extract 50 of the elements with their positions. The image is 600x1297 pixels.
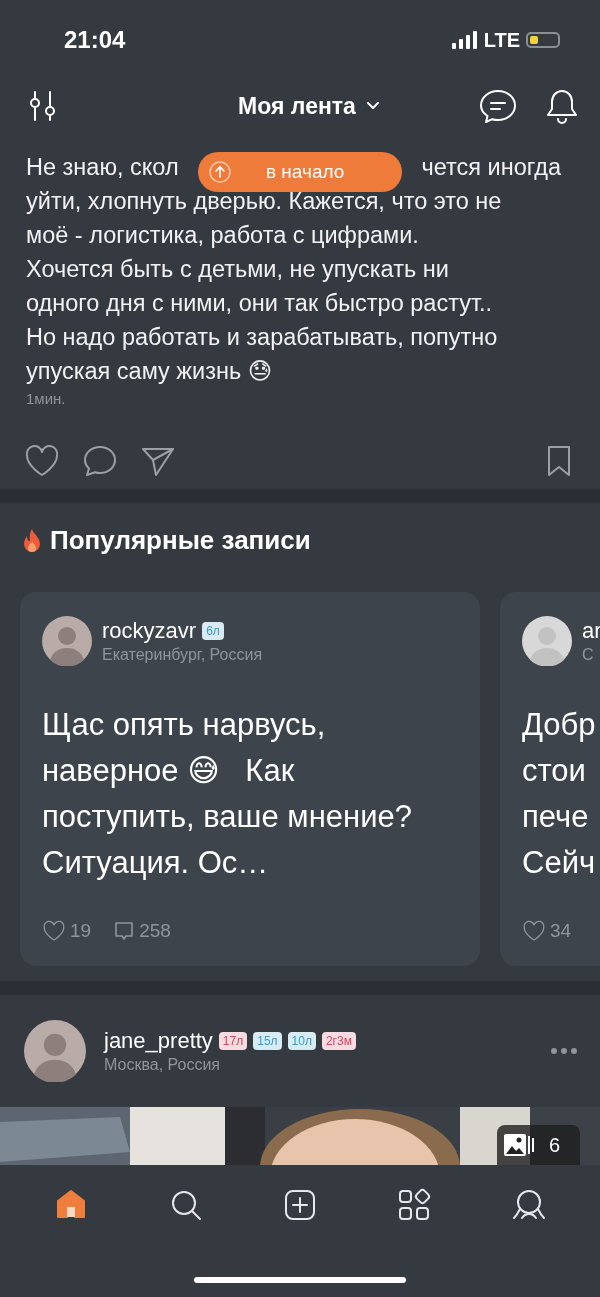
post-preview: стои [522, 752, 587, 790]
gallery-icon [502, 1132, 535, 1158]
post-text: Не знаю, скол [26, 153, 179, 182]
heart-icon[interactable] [24, 444, 60, 478]
age-tag: 10л [287, 1032, 316, 1050]
comment-icon [113, 920, 136, 942]
user-location: С [582, 646, 595, 664]
user-location: Москва, Россия [104, 1056, 221, 1074]
more-icon[interactable] [550, 1047, 578, 1055]
post-text: моё - логистика, работа с цифрами. [26, 221, 419, 250]
age-tag: 6л [202, 622, 224, 640]
heart-icon [42, 920, 66, 942]
post-text: одного дня с ними, они так быстро растут.. [26, 289, 493, 318]
post-preview: пече [522, 798, 590, 836]
comment-count: 258 [139, 920, 171, 942]
like-count: 19 [70, 920, 92, 942]
post-card[interactable]: rockyzavr 6л Екатеринбург, Россия Щас опять нарвусь, наверное 😅 Как поступить, ваше мнение? Ситуация. Ос… 19 258 [20, 592, 480, 966]
section-title: Популярные записи [50, 525, 311, 556]
post-preview: Сейч [522, 844, 597, 882]
avatar-icon[interactable] [24, 1020, 86, 1082]
flame-icon [22, 527, 42, 554]
apps-icon[interactable] [396, 1187, 433, 1223]
user-location: Екатеринбург, Россия [102, 646, 263, 664]
age-tag: 15л [253, 1032, 282, 1050]
username[interactable]: rockyzavr [102, 618, 197, 644]
post-text: упуская саму жизнь 😓 [26, 357, 273, 386]
post-text: чется иногда [421, 153, 561, 182]
post-time: 1мин. [26, 390, 67, 407]
battery-icon [526, 32, 560, 48]
post-preview: Щас опять нарвусь, наверное 😅 Как поступить, ваше мнение? Ситуация. Ос… [42, 706, 413, 882]
post-preview: Добр [522, 706, 597, 744]
photo-count: 6 [548, 1133, 560, 1157]
age-tag: 2г3м [321, 1032, 356, 1050]
post-text: Хочется быть с детьми, не упускать ни [26, 255, 449, 284]
feed-selector[interactable]: Моя лента [238, 92, 380, 120]
chat-icon[interactable] [478, 88, 518, 124]
arrow-up-icon [208, 160, 232, 184]
avatar-icon[interactable] [42, 616, 92, 666]
bell-icon[interactable] [544, 87, 580, 125]
heart-icon [522, 920, 546, 942]
signal-icon [451, 31, 478, 49]
avatar-icon[interactable] [522, 616, 572, 666]
age-tag: 17л [218, 1032, 248, 1050]
like-count: 34 [550, 920, 572, 942]
comment-icon[interactable] [82, 444, 118, 478]
clock-time: 21:04 [64, 26, 126, 54]
chevron-down-icon [365, 101, 380, 111]
post-text: Но надо работать и зарабатывать, попутно [26, 323, 498, 352]
network-label: LTE [483, 28, 520, 52]
username[interactable]: jane_pretty [104, 1028, 213, 1054]
